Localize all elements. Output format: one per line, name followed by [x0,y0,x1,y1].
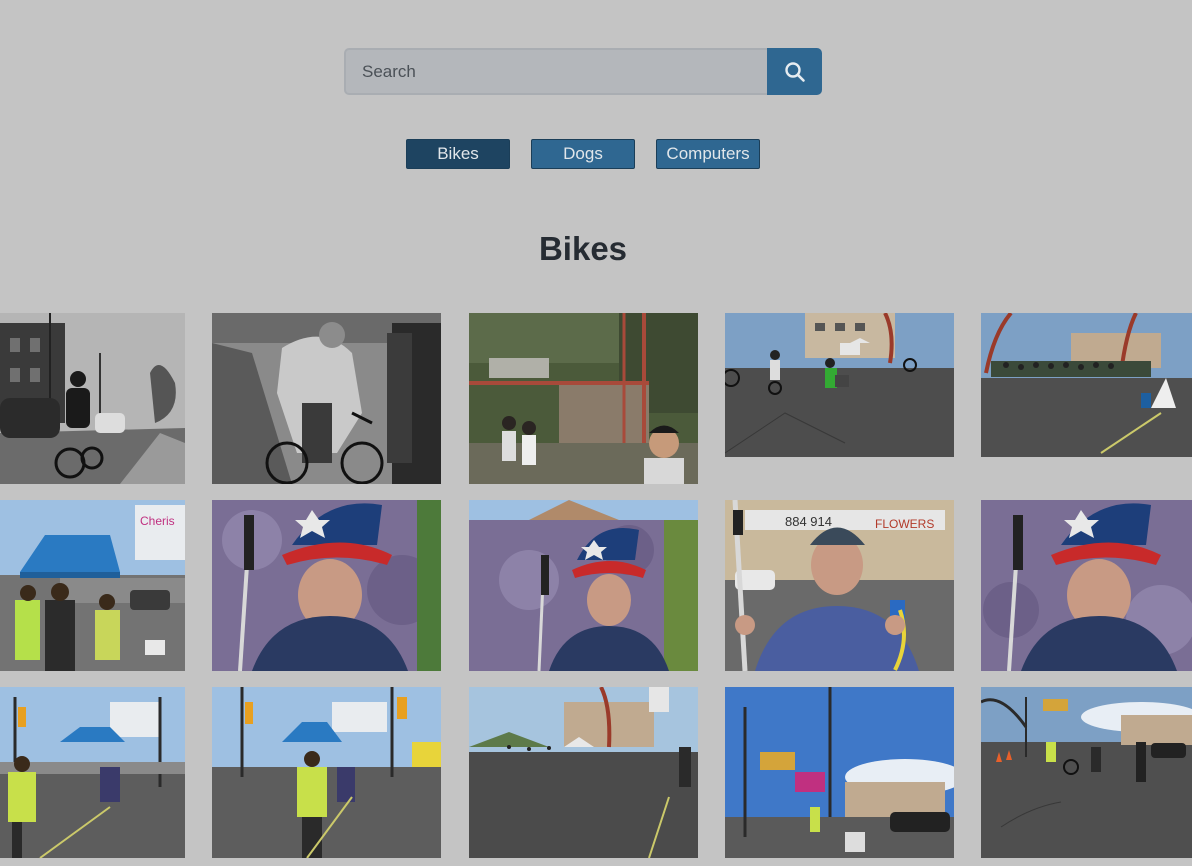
photo-tile[interactable] [469,313,698,484]
photo-tile[interactable] [212,687,441,858]
photo-blue-tent: Cheris [0,500,185,671]
photo-street-cones [981,687,1192,858]
filter-bikes-button[interactable]: Bikes [406,139,510,169]
photo-tile[interactable] [725,687,954,858]
photo-tile[interactable] [212,313,441,484]
photo-gallery: Cheris 884 914 FLOWERS [0,313,1192,866]
svg-text:FLOWERS: FLOWERS [875,517,934,531]
photo-tile[interactable] [469,500,698,671]
search-bar [344,48,822,95]
photo-empty-street-arch [469,687,698,858]
filter-dogs-button[interactable]: Dogs [531,139,635,169]
search-button[interactable] [767,48,822,95]
photo-tile[interactable] [981,313,1192,457]
photo-tile[interactable] [0,687,185,858]
photo-man-purple-backdrop [469,500,698,671]
photo-tile[interactable] [0,313,185,484]
photo-volunteer-measuring [0,687,185,858]
photo-tile[interactable] [212,500,441,671]
photo-volunteers-tape [212,687,441,858]
photo-tile[interactable]: 884 914 FLOWERS [725,500,954,671]
photo-tile[interactable] [469,687,698,858]
page: Bikes Dogs Computers Bikes [0,0,1192,866]
search-icon [784,61,805,82]
photo-intersection-billboards [725,687,954,858]
svg-text:Cheris: Cheris [140,514,175,528]
svg-text:884 914: 884 914 [785,514,832,529]
photo-tile[interactable] [725,313,954,457]
photo-balcony-children [469,313,698,484]
category-filters: Bikes Dogs Computers [0,139,1166,169]
photo-street-cyclists [725,313,954,457]
section-title: Bikes [538,230,628,267]
photo-tile[interactable]: Cheris [0,500,185,671]
photo-man-patriotic-hat [212,500,441,671]
photo-cyclists-crowd [981,313,1192,457]
photo-bw-cyclist [212,313,441,484]
photo-man-holding-rope: 884 914 FLOWERS [725,500,954,671]
search-input[interactable] [344,48,767,95]
photo-tile[interactable] [981,687,1192,858]
photo-tile[interactable] [981,500,1192,671]
photo-bw-street [0,313,185,484]
filter-computers-button[interactable]: Computers [656,139,760,169]
photo-man-patriotic-hat-closeup [981,500,1192,671]
